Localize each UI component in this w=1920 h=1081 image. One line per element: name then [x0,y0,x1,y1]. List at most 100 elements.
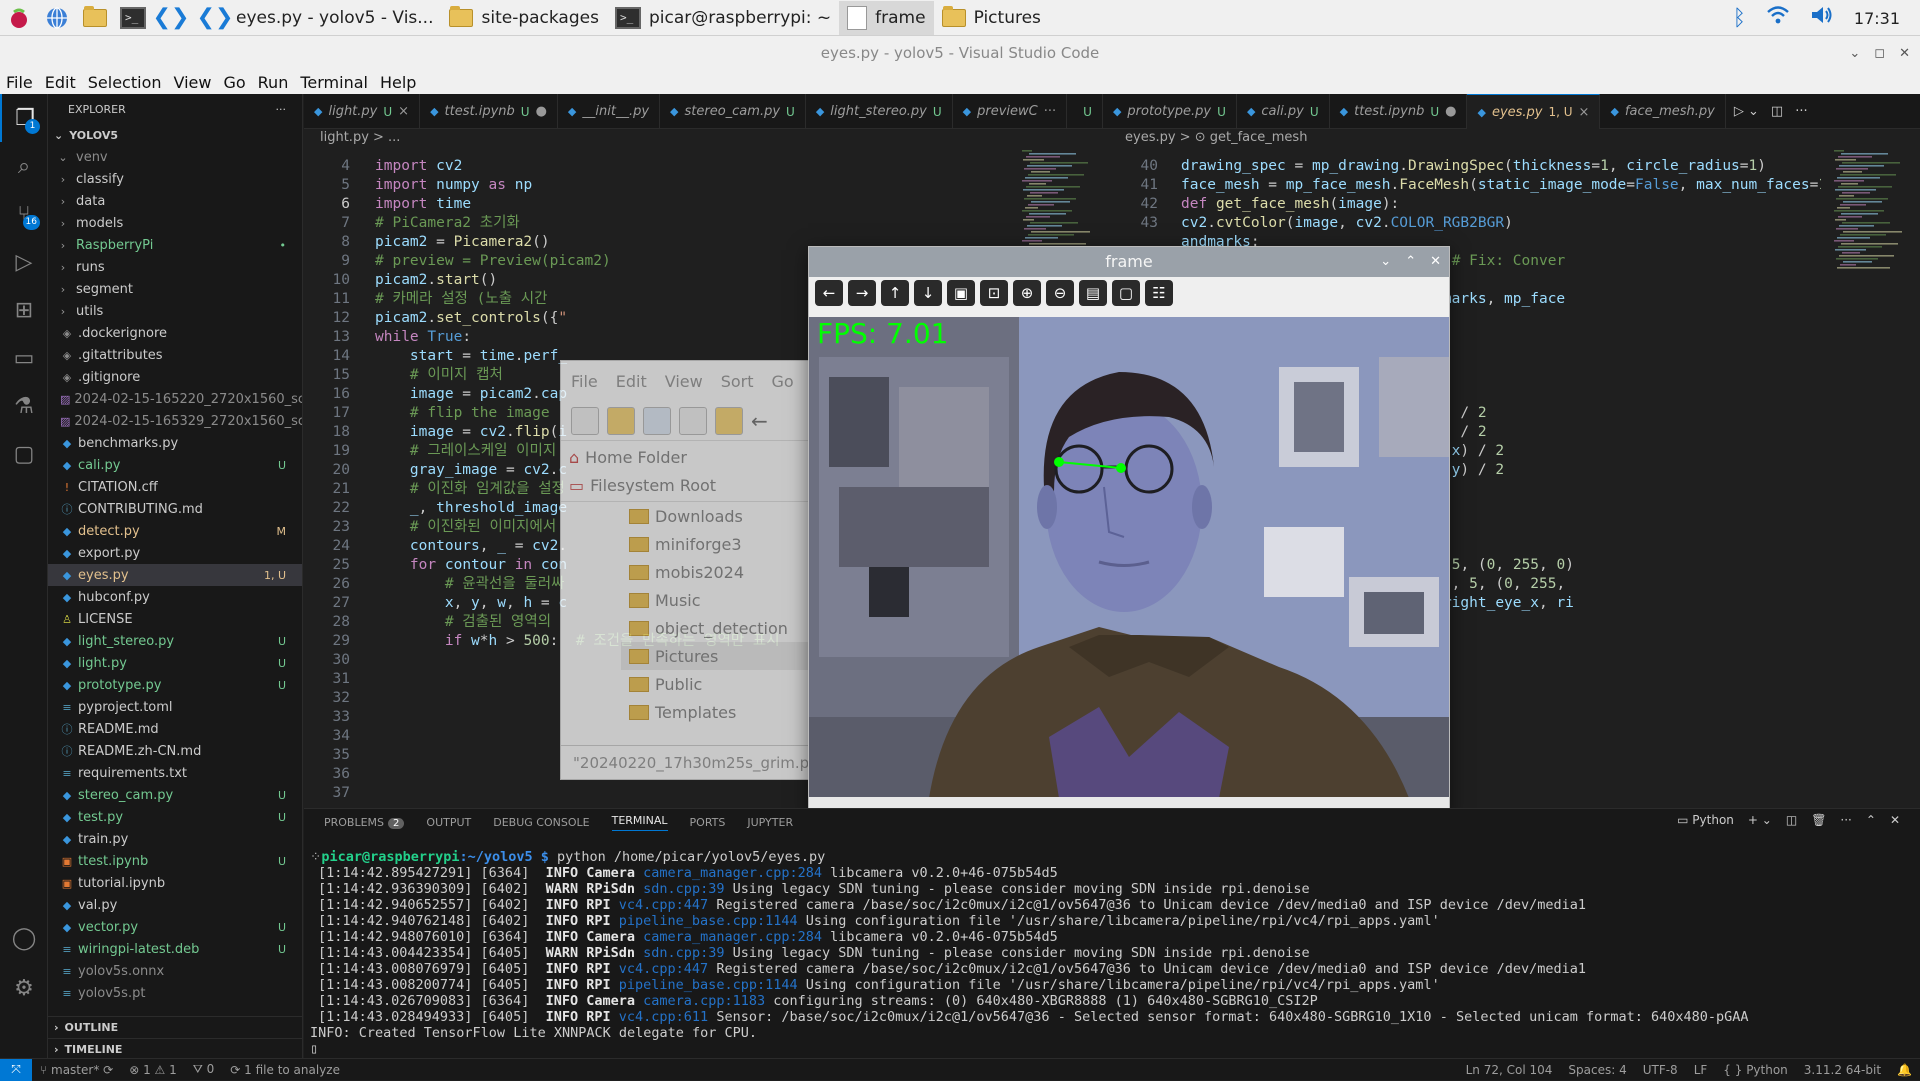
panel-tab-terminal[interactable]: TERMINAL [611,814,668,831]
frame-close-icon[interactable]: ✕ [1430,247,1441,277]
raspberry-menu-icon[interactable] [4,5,34,31]
file-item[interactable]: ≡ yolov5s.pt [48,982,302,1004]
vscode-launcher-icon[interactable]: ❮❯ [153,5,190,31]
run-icon[interactable]: ▷ ⌄ [1734,104,1759,119]
log-source-link[interactable]: camera.cpp:1183 [643,993,765,1009]
split-terminal-icon[interactable]: ◫ [1786,813,1797,827]
maximize-icon[interactable]: ◻ [1874,46,1885,61]
frame-maximize-icon[interactable]: ⌃ [1405,247,1416,277]
file-item[interactable]: ◆ light.py U [48,652,302,674]
folder-row[interactable]: Public [621,670,819,698]
file-item[interactable]: ≡ wiringpi-latest.deb U [48,938,302,960]
split-editor-icon[interactable]: ◫ [1771,104,1783,119]
file-item[interactable]: ◆ detect.py M [48,520,302,542]
file-item[interactable]: ◆ cali.py U [48,454,302,476]
editor-tab[interactable]: ◆ light.py U × [304,94,421,129]
taskbar-task[interactable]: site-packages [441,1,606,35]
file-item[interactable]: ◆ val.py [48,894,302,916]
python-interpreter[interactable]: 3.11.2 64-bit [1796,1063,1889,1077]
run-debug-icon[interactable]: ▷ [0,238,48,286]
folder-item[interactable]: › data [48,190,302,212]
menu-selection[interactable]: Selection [82,73,168,92]
terminal-shell-label[interactable]: ▭ Python [1677,813,1734,827]
arrow-up-icon[interactable]: ↑ [881,280,909,306]
menu-view[interactable]: View [168,73,218,92]
file-item[interactable]: ◆ test.py U [48,806,302,828]
file-item[interactable]: ◆ vector.py U [48,916,302,938]
menu-help[interactable]: Help [374,73,422,92]
minimize-icon[interactable]: ⌄ [1849,46,1860,61]
new-terminal-icon[interactable]: + ⌄ [1748,813,1772,827]
settings-gear-icon[interactable]: ⚙ [0,964,48,1012]
tab-close-icon[interactable]: × [1579,105,1590,120]
file-item[interactable]: ⓘ README.zh-CN.md [48,740,302,762]
zoom-out-icon[interactable]: ⊖ [1046,280,1074,306]
editor-tab[interactable]: ◆ previewC ··· [953,94,1068,129]
file-item[interactable]: ◈ .gitignore [48,366,302,388]
panel-tab-debug-console[interactable]: DEBUG CONSOLE [493,816,589,829]
panel-tab-problems[interactable]: PROBLEMS 2 [324,816,405,829]
file-item[interactable]: ▨ 2024-02-15-165329_2720x1560_scr... [48,410,302,432]
file-item[interactable]: ◆ light_stereo.py U [48,630,302,652]
home-folder-icon[interactable] [715,406,743,435]
folder-row[interactable]: Templates [621,698,819,726]
panel-tab-jupyter[interactable]: JUPYTER [747,816,793,829]
place-item[interactable]: ⌂ Home Folder [561,443,819,471]
panel-tab-ports[interactable]: PORTS [690,816,726,829]
properties-icon[interactable]: ☷ [1145,280,1173,306]
folder-item[interactable]: › classify [48,168,302,190]
place-item[interactable]: ▭ Filesystem Root [561,471,819,499]
folder-item[interactable]: › segment [48,278,302,300]
folder-row[interactable]: miniforge3 [621,530,819,558]
menu-go[interactable]: Go [217,73,251,92]
fm-menu-item[interactable]: Go [772,372,794,391]
folder-item[interactable]: ⌄ venv [48,146,302,168]
folder-item[interactable]: › utils [48,300,302,322]
folder-row[interactable]: Music [621,586,819,614]
new-folder-icon[interactable] [607,406,635,435]
problems-status[interactable]: ⊗ 1 ⚠ 1 [121,1063,185,1077]
tab-close-icon[interactable]: ● [1445,104,1456,119]
file-item[interactable]: ≡ requirements.txt [48,762,302,784]
file-item[interactable]: ▣ tutorial.ipynb [48,872,302,894]
taskbar-task[interactable]: frame [839,0,934,35]
log-source-link[interactable]: vc4.cpp:447 [619,897,708,913]
file-item[interactable]: ▨ 2024-02-15-165220_2720x1560_scr... [48,388,302,410]
close-panel-icon[interactable]: ✕ [1890,813,1900,827]
project-root[interactable]: ⌄ YOLOV5 [48,124,302,146]
panel-more-icon[interactable]: ··· [1840,813,1851,827]
file-item[interactable]: ▣ ttest.ipynb U [48,850,302,872]
browser-icon[interactable] [42,5,72,31]
file-item[interactable]: ◆ eyes.py 1, U [48,564,302,586]
file-item[interactable]: ◆ hubconf.py [48,586,302,608]
editor-tab[interactable]: ◆ ttest.ipynb U ● [420,94,558,129]
arrow-down-icon[interactable]: ↓ [914,280,942,306]
folder-row[interactable]: Pictures [621,642,819,670]
file-item[interactable]: ! CITATION.cff [48,476,302,498]
taskbar-task[interactable]: Pictures [934,1,1049,35]
tab-close-icon[interactable]: × [398,104,409,119]
save-icon[interactable]: ▤ [1079,280,1107,306]
source-control-icon[interactable]: ⑂ 16 [0,190,48,238]
remote-explorer-icon[interactable]: ▭ [0,334,48,382]
editor-tab[interactable]: ◆ light_stereo.py U [806,94,953,129]
editor-tab[interactable]: U [1067,94,1103,129]
outline-section[interactable]: › OUTLINE [48,1016,303,1038]
menu-run[interactable]: Run [252,73,295,92]
extensions-icon[interactable]: ⊞ [0,286,48,334]
log-source-link[interactable]: vc4.cpp:611 [619,1009,708,1025]
encoding[interactable]: UTF-8 [1635,1063,1686,1077]
zoom-in-icon[interactable]: ⊕ [1013,280,1041,306]
image-icon[interactable]: ▣ [947,280,975,306]
log-source-link[interactable]: sdn.cpp:39 [643,881,724,897]
editor-tab[interactable]: ◆ cali.py U [1237,94,1330,129]
sidebar-toggle-icon[interactable] [571,406,599,435]
taskbar-task[interactable]: >_ picar@raspberrypi: ~ [607,1,839,35]
analysis-status[interactable]: ⟳ 1 file to analyze [222,1063,348,1077]
eol[interactable]: LF [1686,1063,1716,1077]
editor-tab[interactable]: ◆ prototype.py U [1103,94,1237,129]
bluetooth-icon[interactable]: ᛒ [1733,6,1746,31]
notifications-icon[interactable]: 🔔 [1889,1063,1920,1077]
file-item[interactable]: ◆ export.py [48,542,302,564]
menu-edit[interactable]: Edit [39,73,82,92]
